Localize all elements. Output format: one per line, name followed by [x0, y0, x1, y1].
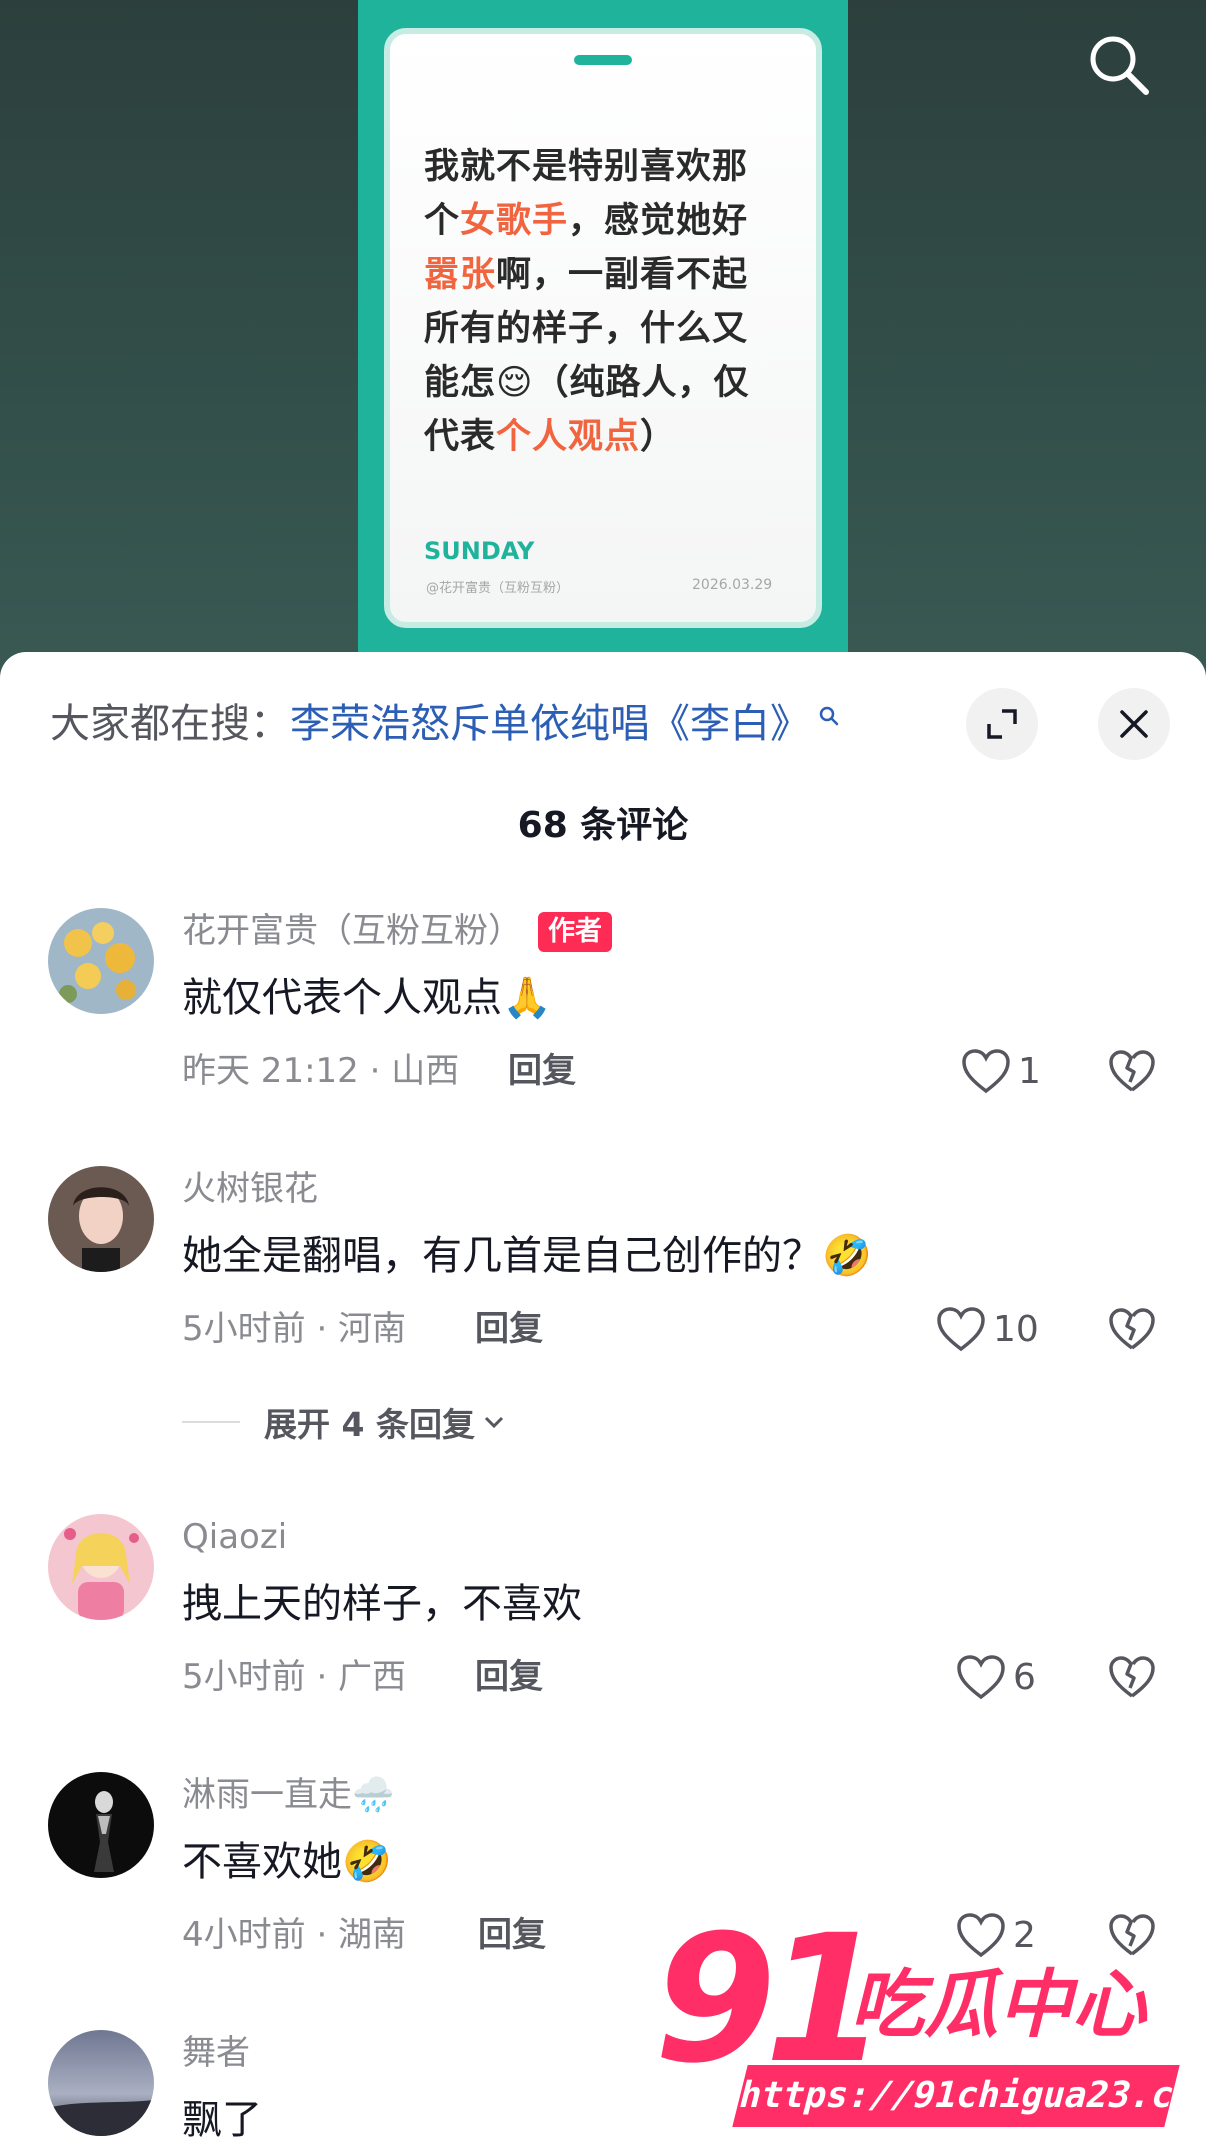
post-handle: @花开富贵（互粉互粉） [426, 581, 570, 596]
search-suggestion[interactable]: 大家都在搜：李荣浩怒斥单依纯唱《李白》 [50, 699, 840, 749]
comment-text: 飘了 [182, 2097, 262, 2143]
broken-heart-icon [1109, 1656, 1155, 1698]
comment-text: 她全是翻唱，有几首是自己创作的？🤣 [182, 1233, 872, 1279]
comment-username[interactable]: 舞者 [182, 2030, 250, 2076]
post-line-5: 能怎😌（纯路人，仅 [424, 363, 750, 403]
search-small-icon [810, 706, 840, 738]
expand-icon [987, 709, 1017, 739]
search-button[interactable] [1084, 30, 1154, 100]
like-count: 6 [1013, 1656, 1036, 1698]
post-line-2: 个女歌手，感觉她好 [424, 201, 749, 241]
avatar[interactable] [48, 1772, 154, 1878]
post-line-3: 嚣张啊，一副看不起 [424, 255, 749, 295]
expand-replies-label: 展开 4 条回复 [264, 1405, 475, 1444]
comment-meta: 5小时前 · 河南 [182, 1309, 407, 1349]
rain-cloud-emoji: 🌧️ [352, 1775, 395, 1815]
comment-text: 就仅代表个人观点🙏 [182, 975, 552, 1021]
comment-meta: 昨天 21:12 · 山西 [182, 1051, 460, 1091]
divider [182, 1421, 240, 1423]
comment-username[interactable]: 火树银花 [182, 1166, 318, 1212]
expand-replies-button[interactable]: 展开 4 条回复 [182, 1397, 507, 1447]
watermark-logo: 91 吃瓜中心 https://91chigua23.com [640, 1897, 1206, 2140]
expand-button[interactable] [966, 688, 1038, 760]
avatar[interactable] [48, 1166, 154, 1272]
comment-meta: 5小时前 · 广西 [182, 1657, 407, 1697]
laugh-cry-emoji: 🤣 [822, 1233, 872, 1279]
avatar[interactable] [48, 908, 154, 1014]
dislike-button[interactable] [1104, 1040, 1160, 1102]
comment-username[interactable]: 淋雨一直走🌧️ [182, 1772, 394, 1818]
dislike-button[interactable] [1104, 1298, 1160, 1360]
post-brand: SUNDAY [424, 537, 535, 565]
heart-icon [962, 1049, 1010, 1094]
avatar[interactable] [48, 2030, 154, 2136]
watermark-number: 91 [654, 1897, 887, 2102]
post-line-6: 代表个人观点） [424, 417, 677, 457]
pray-emoji: 🙏 [502, 975, 552, 1021]
broken-heart-icon [1109, 1308, 1155, 1350]
like-button[interactable]: 1 [960, 1040, 1041, 1102]
reply-button[interactable]: 回复 [475, 1654, 543, 1700]
comment-username[interactable]: 花开富贵（互粉互粉） 作者 [182, 908, 612, 954]
like-button[interactable]: 10 [935, 1298, 1039, 1360]
watermark-name: 吃瓜中心 [850, 1962, 1146, 2048]
watermark-url: https://91chigua23.com [732, 2065, 1206, 2127]
comment-username[interactable]: Qiaozi [182, 1514, 287, 1560]
broken-heart-icon [1109, 1050, 1155, 1092]
comment-text: 拽上天的样子，不喜欢 [182, 1581, 582, 1627]
heart-icon [937, 1307, 985, 1352]
reply-button[interactable]: 回复 [475, 1306, 543, 1352]
heart-icon [957, 1655, 1005, 1700]
post-text: 我就不是特别喜欢那 个女歌手，感觉她好 嚣张啊，一副看不起 所有的样子，什么又 … [424, 140, 784, 464]
post-line-4: 所有的样子，什么又 [424, 309, 749, 349]
search-icon [1090, 36, 1149, 95]
close-button[interactable] [1098, 688, 1170, 760]
close-icon [1120, 710, 1148, 738]
avatar[interactable] [48, 1514, 154, 1620]
chevron-down-icon [484, 1416, 504, 1429]
author-badge: 作者 [538, 912, 612, 952]
comment-count: 68 条评论 [517, 805, 689, 846]
reply-button[interactable]: 回复 [478, 1912, 546, 1958]
search-suggestion-prefix: 大家都在搜： [50, 701, 290, 747]
post-card-tab [574, 55, 632, 65]
post-date: 2026.03.29 [692, 577, 773, 593]
like-count: 1 [1018, 1050, 1041, 1092]
like-button[interactable]: 6 [955, 1646, 1036, 1708]
post-line-1: 我就不是特别喜欢那 [424, 147, 749, 187]
comment-meta: 4小时前 · 湖南 [182, 1915, 407, 1955]
comment-text: 不喜欢她🤣 [182, 1839, 392, 1885]
search-suggestion-keyword[interactable]: 李荣浩怒斥单依纯唱《李白》 [290, 701, 810, 747]
dislike-button[interactable] [1104, 1646, 1160, 1708]
laugh-cry-emoji: 🤣 [342, 1839, 392, 1885]
like-count: 10 [993, 1308, 1039, 1350]
reply-button[interactable]: 回复 [508, 1048, 576, 1094]
